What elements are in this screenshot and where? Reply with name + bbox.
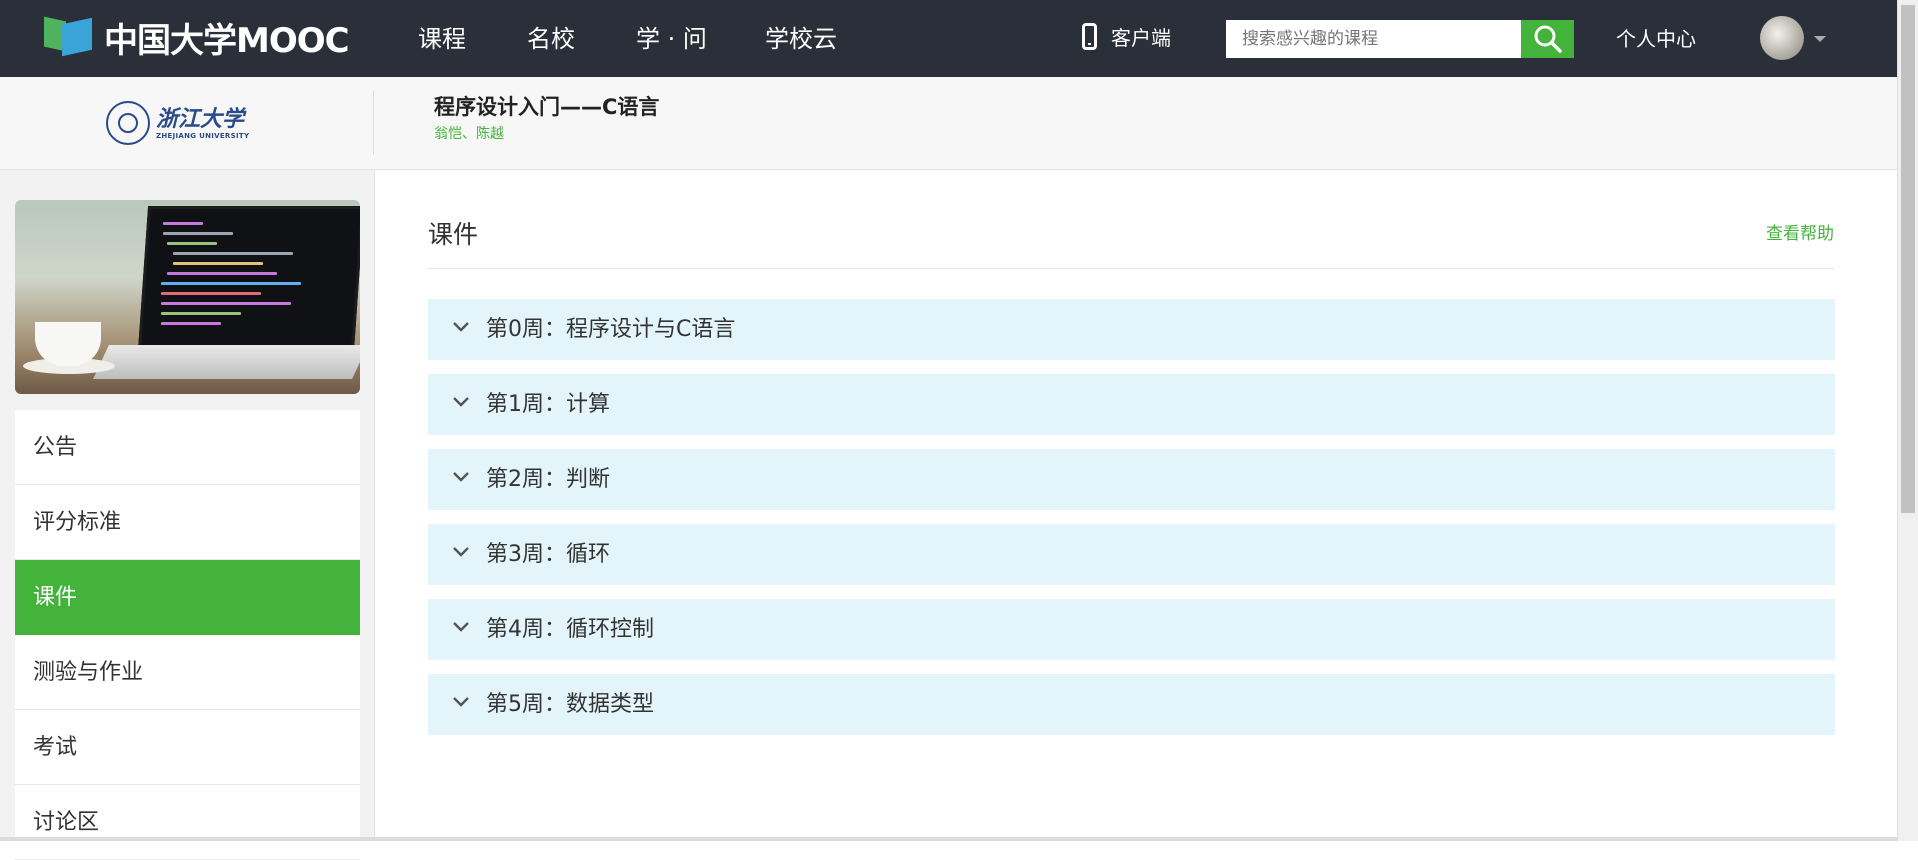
scrollbar-thumb[interactable] [1901,5,1915,513]
client-label: 客户端 [1111,26,1171,50]
chevron-down-icon [453,697,469,707]
week-label: 第2周：判断 [486,467,610,492]
week-label: 第3周：循环 [486,542,610,567]
sidebar-menu: 公告 评分标准 课件 测验与作业 考试 讨论区 [15,410,360,860]
chevron-down-icon [453,472,469,482]
top-navigation-bar: 中国大学MOOC 课程 名校 学 · 问 学校云 客户端 个人中心 [0,0,1897,77]
caret-down-icon[interactable] [1814,36,1826,42]
title-divider [428,268,1835,269]
horizontal-scroll-edge [0,837,1897,841]
sidebar-item-quizzes[interactable]: 测验与作业 [15,635,360,710]
page-title: 课件 [428,220,479,249]
nav-item-xuewen[interactable]: 学 · 问 [636,22,707,56]
school-logo[interactable]: 浙江大学 ZHEJIANG UNIVERSITY [106,97,268,149]
personal-center-link[interactable]: 个人中心 [1616,24,1696,54]
week-label: 第1周：计算 [486,392,610,417]
search-icon [1534,25,1562,53]
vertical-scrollbar[interactable] [1897,0,1918,841]
course-cover-image [15,200,360,394]
sidebar-item-courseware[interactable]: 课件 [15,560,360,635]
chevron-down-icon [453,322,469,332]
header-divider [373,91,374,155]
week-item[interactable]: 第3周：循环 [428,524,1835,585]
week-label: 第4周：循环控制 [486,617,654,642]
sidebar-item-forum[interactable]: 讨论区 [15,785,360,860]
week-item[interactable]: 第0周：程序设计与C语言 [428,299,1835,360]
client-download-link[interactable]: 客户端 [1082,22,1171,51]
sidebar-item-exam[interactable]: 考试 [15,710,360,785]
search-button[interactable] [1521,20,1574,58]
phone-icon [1082,23,1097,50]
school-logo-en: ZHEJIANG UNIVERSITY [156,132,250,140]
nav-item-schools[interactable]: 名校 [527,22,575,56]
chevron-down-icon [453,547,469,557]
site-logo[interactable]: 中国大学MOOC [44,16,350,61]
week-label: 第0周：程序设计与C语言 [486,317,736,342]
course-title[interactable]: 程序设计入门——C语言 [434,93,659,121]
university-seal-icon [106,101,150,145]
search-box [1226,20,1522,58]
nav-item-courses[interactable]: 课程 [418,22,466,56]
mooc-logo-icon [44,16,96,57]
week-item[interactable]: 第2周：判断 [428,449,1835,510]
school-logo-text: 浙江大学 [156,106,245,132]
week-list: 第0周：程序设计与C语言 第1周：计算 第2周：判断 第3周：循环 第4周：循环… [428,299,1835,749]
logo-text: 中国大学MOOC [104,20,350,61]
help-link[interactable]: 查看帮助 [1766,222,1834,246]
week-item[interactable]: 第1周：计算 [428,374,1835,435]
chevron-down-icon [453,622,469,632]
avatar[interactable] [1760,16,1804,60]
sidebar-item-grading[interactable]: 评分标准 [15,485,360,560]
nav-item-school-cloud[interactable]: 学校云 [765,22,837,56]
week-item[interactable]: 第4周：循环控制 [428,599,1835,660]
chevron-down-icon [453,397,469,407]
course-header: 浙江大学 ZHEJIANG UNIVERSITY 程序设计入门——C语言 翁恺、… [0,77,1897,170]
sidebar-item-announcement[interactable]: 公告 [15,410,360,485]
course-teachers[interactable]: 翁恺、陈越 [434,124,504,144]
search-input[interactable] [1226,20,1522,58]
week-item[interactable]: 第5周：数据类型 [428,674,1835,735]
week-label: 第5周：数据类型 [486,692,654,717]
